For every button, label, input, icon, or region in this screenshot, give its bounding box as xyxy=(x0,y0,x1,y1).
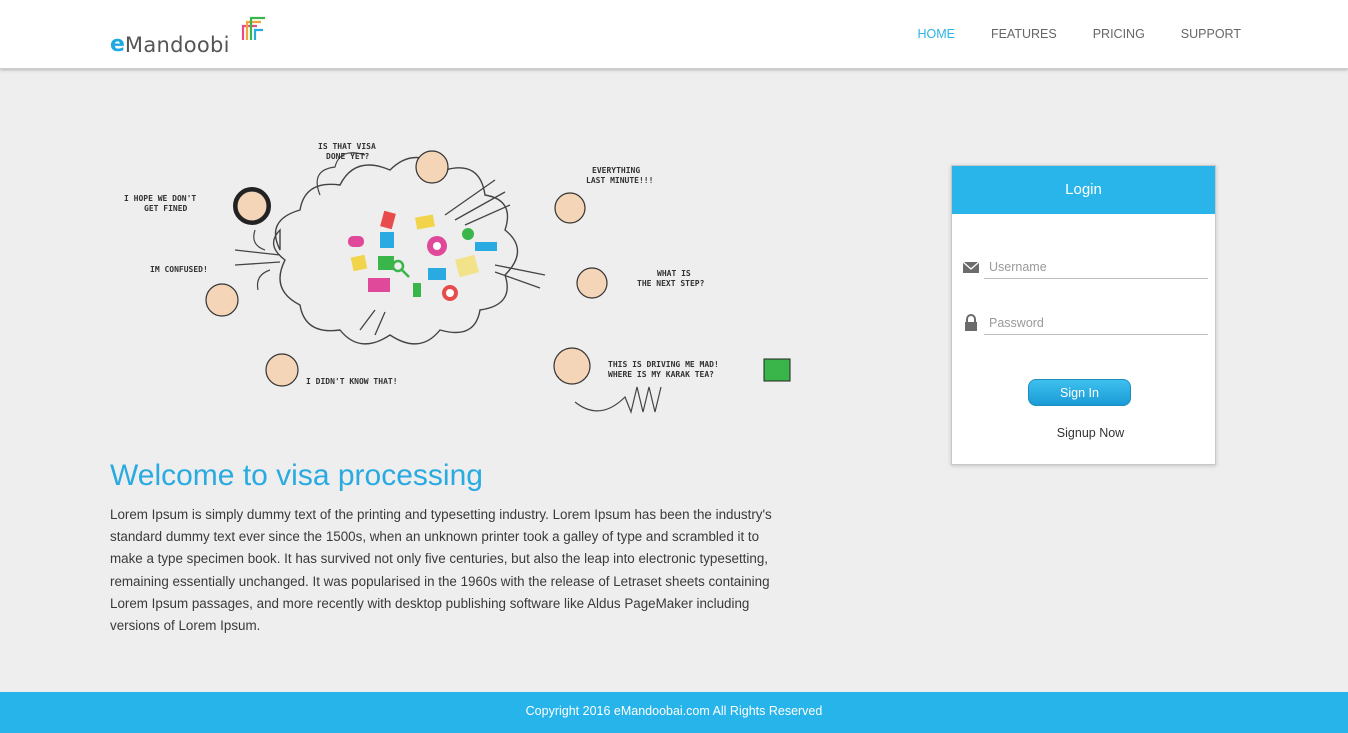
note-icon xyxy=(350,254,368,272)
chat-icon xyxy=(348,236,364,247)
globe-icon xyxy=(462,228,474,240)
magnifier-icon xyxy=(391,259,405,273)
face-visa xyxy=(415,150,449,184)
login-panel: Login Sign In Signup Now xyxy=(951,165,1216,465)
login-title: Login xyxy=(952,166,1215,214)
welcome-title: Welcome to visa processing xyxy=(110,459,483,492)
nav-home[interactable]: HOME xyxy=(917,27,955,41)
document-icon xyxy=(380,232,394,248)
username-input[interactable] xyxy=(984,255,1208,279)
logo-wordmark: Mandoobi xyxy=(124,33,230,57)
face-know xyxy=(265,353,299,387)
bubble-fined-2: GET FINED xyxy=(144,204,188,213)
camera-icon xyxy=(428,268,446,280)
nav-pricing[interactable]: PRICING xyxy=(1093,27,1145,41)
main-nav: HOME FEATURES PRICING SUPPORT xyxy=(881,27,1241,41)
brand-logo[interactable]: e Mandoobi xyxy=(110,16,265,57)
nav-features[interactable]: FEATURES xyxy=(991,27,1057,41)
bubble-mad-2: WHERE IS MY KARAK TEA? xyxy=(608,370,714,379)
welcome-text: Lorem Ipsum is simply dummy text of the … xyxy=(110,507,772,634)
laptop-icon xyxy=(368,278,390,292)
face-confused xyxy=(205,283,239,317)
nav-support[interactable]: SUPPORT xyxy=(1181,27,1241,41)
face-mad xyxy=(553,347,591,385)
copyright-text: Copyright 2016 eMandoobai.com All Rights… xyxy=(525,704,823,718)
tablet-icon xyxy=(380,210,396,230)
lock-icon xyxy=(965,314,977,331)
bubble-confused: IM CONFUSED! xyxy=(150,265,208,274)
bubble-know: I DIDN'T KNOW THAT! xyxy=(306,377,398,386)
logo-letter-e: e xyxy=(110,32,125,57)
bubble-minute-2: LAST MINUTE!!! xyxy=(586,176,653,185)
bubble-fined-1: I HOPE WE DON'T xyxy=(124,194,196,203)
face-next xyxy=(576,267,608,299)
bubble-minute-1: EVERYTHING xyxy=(592,166,640,175)
bubble-next-2: THE NEXT STEP? xyxy=(637,279,705,288)
bubble-visa-1: IS THAT VISA xyxy=(318,142,376,151)
face-minute xyxy=(554,192,586,224)
hero-illustration: IS THAT VISA DONE YET? I HOPE WE DON'T G… xyxy=(124,142,791,414)
envelope-icon xyxy=(962,261,980,273)
face-fined xyxy=(236,190,268,222)
site-footer: Copyright 2016 eMandoobai.com All Rights… xyxy=(0,692,1348,733)
password-field xyxy=(962,311,1208,335)
signin-button[interactable]: Sign In xyxy=(1028,379,1131,406)
password-input[interactable] xyxy=(984,311,1208,335)
clipboard-icon xyxy=(455,254,479,278)
username-field xyxy=(962,255,1208,279)
bubble-mad-1: THIS IS DRIVING ME MAD! xyxy=(608,360,719,369)
signup-link[interactable]: Signup Now xyxy=(952,426,1217,440)
envelope-icon xyxy=(415,214,435,230)
logo-arrows-icon xyxy=(241,16,265,40)
bubble-visa-2: DONE YET? xyxy=(326,152,370,161)
card-icon xyxy=(475,242,497,251)
site-header: e Mandoobi HOME FEATURES PRICING SUPPORT xyxy=(0,0,1348,69)
tea-cup xyxy=(763,358,791,382)
bubble-next-1: WHAT IS xyxy=(657,269,691,278)
